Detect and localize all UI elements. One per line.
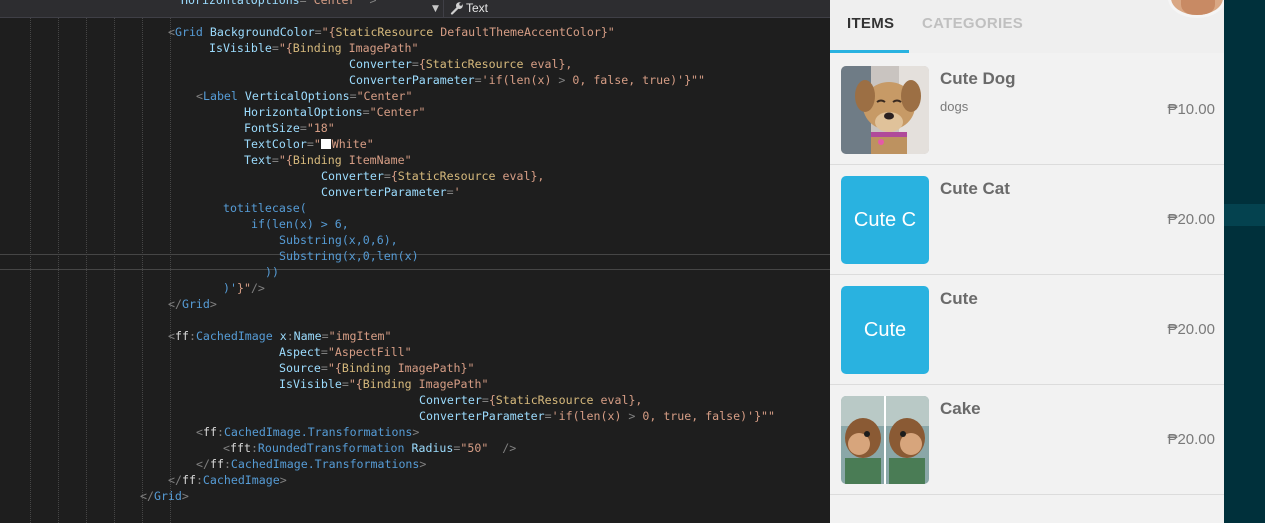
code-line[interactable]: )) [265,264,279,280]
list-item[interactable]: Cute C Cute Cat ₱20.00 [830,165,1224,275]
active-tab-indicator [830,50,909,53]
code-line[interactable]: Converter={StaticResource eval}, [321,168,544,184]
code-line[interactable]: <fft:RoundedTransformation Radius="50" /… [223,440,516,456]
toolbar-divider [443,0,444,18]
item-price: ₱10.00 [1167,101,1215,118]
item-thumbnail-monkey [841,396,929,484]
item-thumbnail-placeholder: Cute [841,286,929,374]
avatar[interactable] [1168,0,1224,18]
code-line[interactable]: ConverterParameter=' [321,184,461,200]
indent-guide [142,18,143,523]
code-line[interactable]: )'}"/> [223,280,265,296]
list-item[interactable]: Cute Dog dogs ₱10.00 [830,55,1224,165]
property-name-label: Text [466,1,489,15]
code-line[interactable]: </Grid> [168,296,217,312]
thumbnail-text: Cute C [841,176,929,264]
item-category: dogs [940,99,969,114]
item-price: ₱20.00 [1167,431,1215,448]
item-price: ₱20.00 [1167,321,1215,338]
code-editor[interactable]: ▼ Text HorizontalOptions="Center" > <Grid… [0,0,830,523]
code-line[interactable]: if(len(x) > 6, [251,216,349,232]
list-item[interactable]: Cake ₱20.00 [830,385,1224,495]
item-price: ₱20.00 [1167,211,1215,228]
chevron-down-icon[interactable]: ▼ [432,3,439,15]
indent-guide [170,18,171,523]
list-item[interactable]: Cute Cute ₱20.00 [830,275,1224,385]
mobile-app-preview: ITEMS CATEGORIES Cute Dog dogs ₱10.00 Cu… [830,0,1224,523]
item-name: Cute Dog [940,69,1016,88]
code-line[interactable]: Aspect="AspectFill" [279,344,412,360]
code-line[interactable]: <ff:CachedImage x:Name="imgItem" [168,328,391,344]
indent-guide [114,18,115,523]
item-name: Cake [940,399,981,418]
item-name: Cute Cat [940,179,1010,198]
code-line[interactable]: totitlecase( [223,200,307,216]
code-line[interactable]: IsVisible="{Binding ImagePath" [209,40,418,56]
code-line[interactable]: Converter={StaticResource eval}, [419,392,642,408]
tab-items[interactable]: ITEMS [847,15,894,32]
code-line[interactable]: Converter={StaticResource eval}, [349,56,572,72]
wrench-icon [450,2,463,15]
code-line[interactable]: Substring(x,0,6), [279,232,398,248]
background-panel [1224,0,1265,523]
code-line[interactable]: Substring(x,0,len(x) [279,248,419,264]
code-line[interactable]: </Grid> [140,488,189,504]
code-line[interactable]: IsVisible="{Binding ImagePath" [279,376,488,392]
properties-toolbar: ▼ Text [0,0,830,18]
code-line[interactable]: </ff:CachedImage> [168,472,287,488]
indent-guide [58,18,59,523]
code-line[interactable]: Source="{Binding ImagePath}" [279,360,475,376]
code-line[interactable]: </ff:CachedImage.Transformations> [196,456,426,472]
code-line[interactable]: FontSize="18" [244,120,335,136]
code-line[interactable]: TextColor=" White" [244,136,374,152]
tab-categories[interactable]: CATEGORIES [922,15,1023,32]
divider [830,494,1224,495]
code-line[interactable]: ConverterParameter='if(len(x) > 0, true,… [419,408,775,424]
color-swatch [320,139,331,149]
code-line[interactable]: HorizontalOptions="Center" > [181,0,376,8]
code-line[interactable]: ConverterParameter='if(len(x) > 0, false… [349,72,705,88]
tab-bar: ITEMS CATEGORIES [830,0,1224,53]
code-line[interactable]: <Grid BackgroundColor="{StaticResource D… [168,24,615,40]
code-line[interactable]: <Label VerticalOptions="Center" [196,88,412,104]
code-line[interactable]: <ff:CachedImage.Transformations> [196,424,419,440]
thumbnail-text: Cute [841,286,929,374]
item-thumbnail-dog [841,66,929,154]
code-line[interactable]: Text="{Binding ItemName" [244,152,412,168]
item-name: Cute [940,289,978,308]
indent-guide [86,18,87,523]
item-thumbnail-placeholder: Cute C [841,176,929,264]
indent-guide [30,18,31,523]
code-line[interactable]: HorizontalOptions="Center" [244,104,426,120]
